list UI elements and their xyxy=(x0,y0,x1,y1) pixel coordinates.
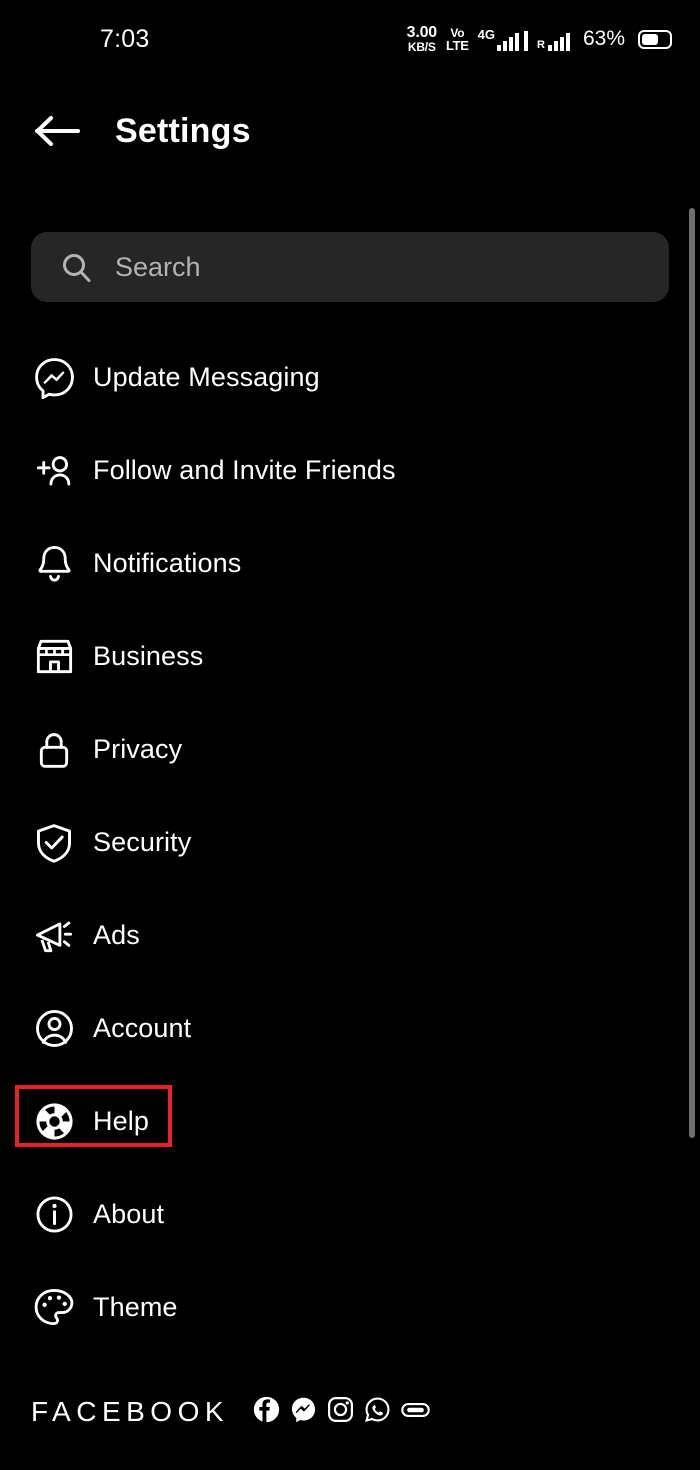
megaphone-icon xyxy=(31,914,77,957)
menu-item-label: Account xyxy=(93,1013,192,1043)
menu-item-update-messaging[interactable]: Update Messaging xyxy=(0,331,700,424)
footer-brand: FACEBOOK xyxy=(0,1386,700,1438)
roaming-label: R xyxy=(537,39,545,51)
messenger-icon xyxy=(31,356,77,399)
battery-percent-label: 63% xyxy=(582,27,625,50)
menu-item-help[interactable]: Help xyxy=(0,1075,700,1168)
menu-item-label: Help xyxy=(93,1106,149,1136)
network-speed-indicator: 3.00 KB/S xyxy=(406,24,438,54)
facebook-icon[interactable] xyxy=(253,1396,280,1428)
arrow-left-icon xyxy=(35,116,80,146)
menu-item-label: Privacy xyxy=(93,734,183,764)
menu-item-follow-and-invite-friends[interactable]: Follow and Invite Friends xyxy=(0,424,700,517)
menu-item-label: Follow and Invite Friends xyxy=(93,455,396,485)
menu-item-about[interactable]: About xyxy=(0,1168,700,1261)
search-bar[interactable]: Search xyxy=(31,232,669,302)
info-circle-icon xyxy=(31,1193,77,1236)
messenger-icon[interactable] xyxy=(290,1396,317,1428)
palette-icon xyxy=(31,1286,77,1329)
shield-check-icon xyxy=(31,821,77,865)
roaming-signal-bars-icon: R xyxy=(537,27,570,51)
footer-app-icons xyxy=(253,1396,430,1428)
battery-icon xyxy=(638,29,672,49)
menu-item-label: Notifications xyxy=(93,548,242,578)
menu-item-security[interactable]: Security xyxy=(0,796,700,889)
status-bar-indicators: 3.00 KB/S Vo LTE 4G R 63% xyxy=(407,25,672,53)
vertical-scrollbar[interactable] xyxy=(689,208,695,1138)
menu-item-label: Ads xyxy=(93,920,140,950)
app-header: Settings xyxy=(0,96,700,166)
bell-icon xyxy=(31,542,77,585)
instagram-icon[interactable] xyxy=(327,1396,354,1428)
volte-label-bottom: LTE xyxy=(445,37,469,53)
menu-item-notifications[interactable]: Notifications xyxy=(0,517,700,610)
back-button[interactable] xyxy=(28,102,86,160)
user-circle-icon xyxy=(31,1007,77,1050)
network-speed-unit: KB/S xyxy=(407,40,436,54)
search-input[interactable]: Search xyxy=(115,252,201,283)
signal-bars-icon: 4G xyxy=(477,27,529,51)
search-icon xyxy=(61,252,92,283)
network-speed-value: 3.00 xyxy=(406,24,438,41)
menu-item-account[interactable]: Account xyxy=(0,982,700,1075)
menu-item-business[interactable]: Business xyxy=(0,610,700,703)
status-bar-clock: 7:03 xyxy=(100,24,150,53)
menu-item-ads[interactable]: Ads xyxy=(0,889,700,982)
lock-icon xyxy=(31,728,77,772)
menu-item-theme[interactable]: Theme xyxy=(0,1261,700,1354)
person-add-icon xyxy=(31,449,77,492)
network-type-label: 4G xyxy=(477,27,496,42)
facebook-wordmark: FACEBOOK xyxy=(31,1396,230,1427)
volte-label-top: Vo xyxy=(450,25,465,40)
storefront-icon xyxy=(31,635,77,678)
menu-item-label: Theme xyxy=(93,1292,178,1322)
whatsapp-icon[interactable] xyxy=(364,1396,391,1428)
page-title: Settings xyxy=(115,111,251,150)
volte-icon: Vo LTE xyxy=(446,27,469,52)
signal-divider-bar xyxy=(524,31,529,51)
menu-item-label: About xyxy=(93,1199,165,1229)
settings-menu-list: Update Messaging Follow and Invite Frien… xyxy=(0,331,700,1354)
signal-bars-sim1 xyxy=(497,33,520,51)
signal-bars-sim2 xyxy=(547,33,570,51)
menu-item-privacy[interactable]: Privacy xyxy=(0,703,700,796)
lifebuoy-icon xyxy=(31,1100,77,1143)
menu-item-label: Security xyxy=(93,827,192,857)
status-bar: 7:03 3.00 KB/S Vo LTE 4G R 63% xyxy=(0,0,700,78)
menu-item-label: Update Messaging xyxy=(93,362,320,392)
menu-item-label: Business xyxy=(93,641,204,671)
oculus-icon[interactable] xyxy=(401,1399,430,1426)
